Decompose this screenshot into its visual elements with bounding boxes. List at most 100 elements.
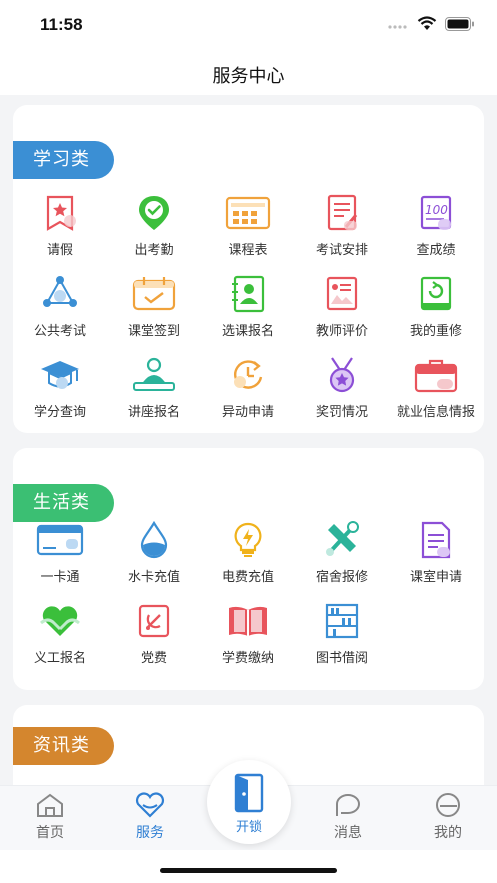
unlock-label: 开锁 bbox=[235, 820, 262, 835]
service-award[interactable]: 奖罚情况 bbox=[295, 355, 389, 428]
service-lecture[interactable]: 讲座报名 bbox=[107, 355, 201, 428]
life-section-tag: 生活类 bbox=[13, 484, 114, 522]
service-water[interactable]: 水卡充值 bbox=[107, 520, 201, 593]
teacher-review-icon bbox=[326, 276, 358, 311]
tab-messages[interactable]: 消息 bbox=[313, 792, 383, 842]
grades-icon: 100 bbox=[420, 195, 452, 230]
service-label: 出考勤 bbox=[134, 243, 174, 258]
service-label: 就业信息情报 bbox=[396, 405, 475, 420]
service-credits[interactable]: 学分查询 bbox=[13, 355, 107, 428]
service-label: 宿舍报修 bbox=[315, 570, 368, 585]
profile-icon bbox=[436, 793, 460, 817]
study-grid: 请假 出考勤 课程表 考试安排 100 查成绩 公共考试 课堂签到 选课报名 教… bbox=[13, 193, 484, 428]
service-volunteer[interactable]: 义工报名 bbox=[13, 601, 107, 674]
retake-icon bbox=[420, 276, 452, 311]
service-party-fee[interactable]: 党费 bbox=[107, 601, 201, 674]
service-status-change[interactable]: 异动申请 bbox=[201, 355, 295, 428]
leave-icon bbox=[46, 195, 76, 231]
service-label: 课室申请 bbox=[409, 570, 462, 585]
lecture-icon bbox=[133, 357, 175, 391]
message-icon bbox=[336, 794, 360, 816]
repair-icon bbox=[326, 521, 359, 556]
tab-label: 首页 bbox=[36, 825, 64, 841]
award-icon bbox=[329, 357, 355, 393]
tab-label: 我的 bbox=[434, 825, 462, 841]
service-label: 讲座报名 bbox=[127, 405, 180, 420]
service-heart-icon bbox=[135, 792, 165, 818]
service-label: 公共考试 bbox=[33, 324, 86, 339]
service-label: 一卡通 bbox=[40, 570, 80, 585]
battery-icon bbox=[445, 16, 474, 31]
status-time: 11:58 bbox=[40, 15, 83, 34]
service-label: 课堂签到 bbox=[127, 324, 180, 339]
attendance-icon bbox=[139, 196, 169, 230]
bottom-safe-area bbox=[0, 850, 497, 883]
exam-schedule-icon bbox=[327, 194, 358, 231]
water-icon bbox=[140, 520, 168, 559]
service-classroom-apply[interactable]: 课室申请 bbox=[389, 520, 483, 593]
door-unlock-icon bbox=[234, 773, 264, 813]
party-fee-icon bbox=[138, 604, 170, 638]
service-repair[interactable]: 宿舍报修 bbox=[295, 520, 389, 593]
class-checkin-icon bbox=[132, 277, 176, 311]
campus-card-icon bbox=[36, 524, 84, 556]
home-indicator bbox=[160, 868, 337, 873]
tab-service[interactable]: 服务 bbox=[115, 792, 185, 842]
news-section-tag: 资讯类 bbox=[13, 727, 114, 765]
service-label: 电费充值 bbox=[221, 570, 274, 585]
service-library[interactable]: 图书借阅 bbox=[295, 601, 389, 674]
service-label: 课程表 bbox=[228, 243, 268, 258]
service-label: 教师评价 bbox=[315, 324, 368, 339]
public-exam-icon bbox=[43, 276, 77, 307]
service-list[interactable]: 学习类 请假 出考勤 课程表 考试安排 100 查成绩 公共考试 课堂签到 选课… bbox=[0, 95, 497, 845]
svg-text:100: 100 bbox=[425, 203, 448, 217]
service-teacher-review[interactable]: 教师评价 bbox=[295, 274, 389, 347]
life-section-card: 生活类 一卡通 水卡充值 电费充值 宿舍报修 课室申请 义工报名 党费 学费缴纳… bbox=[13, 448, 484, 690]
signal-icon bbox=[388, 24, 407, 29]
service-label: 查成绩 bbox=[416, 243, 456, 258]
status-change-icon bbox=[234, 360, 263, 389]
wifi-icon bbox=[417, 16, 437, 30]
service-label: 选课报名 bbox=[221, 324, 274, 339]
service-public-exam[interactable]: 公共考试 bbox=[13, 274, 107, 347]
timetable-icon bbox=[225, 196, 271, 230]
service-attendance[interactable]: 出考勤 bbox=[107, 193, 201, 266]
service-employment[interactable]: 就业信息情报 bbox=[389, 355, 483, 428]
library-icon bbox=[325, 603, 359, 639]
service-label: 水卡充值 bbox=[127, 570, 180, 585]
service-class-checkin[interactable]: 课堂签到 bbox=[107, 274, 201, 347]
study-section-card: 学习类 请假 出考勤 课程表 考试安排 100 查成绩 公共考试 课堂签到 选课… bbox=[13, 105, 484, 433]
unlock-button[interactable]: 开锁 bbox=[207, 760, 291, 844]
service-label: 图书借阅 bbox=[315, 651, 368, 666]
study-section-tag: 学习类 bbox=[13, 141, 114, 179]
credits-icon bbox=[41, 361, 79, 389]
tab-home[interactable]: 首页 bbox=[15, 792, 85, 842]
status-bar: 11:58 bbox=[0, 0, 497, 50]
course-signup-icon bbox=[232, 275, 265, 313]
service-label: 学费缴纳 bbox=[221, 651, 274, 666]
tab-profile[interactable]: 我的 bbox=[413, 792, 483, 842]
service-label: 义工报名 bbox=[33, 651, 86, 666]
volunteer-icon bbox=[40, 606, 80, 636]
service-label: 学分查询 bbox=[33, 405, 86, 420]
service-label: 考试安排 bbox=[315, 243, 368, 258]
service-label: 异动申请 bbox=[221, 405, 274, 420]
page-title: 服务中心 bbox=[212, 66, 285, 87]
service-electricity[interactable]: 电费充值 bbox=[201, 520, 295, 593]
system-icons bbox=[387, 16, 475, 31]
service-timetable[interactable]: 课程表 bbox=[201, 193, 295, 266]
service-label: 请假 bbox=[46, 243, 73, 258]
tuition-icon bbox=[229, 606, 267, 636]
tab-label: 服务 bbox=[136, 825, 164, 841]
service-campus-card[interactable]: 一卡通 bbox=[13, 520, 107, 593]
service-tuition[interactable]: 学费缴纳 bbox=[201, 601, 295, 674]
service-grades[interactable]: 100 查成绩 bbox=[389, 193, 483, 266]
service-exam-schedule[interactable]: 考试安排 bbox=[295, 193, 389, 266]
service-label: 党费 bbox=[140, 651, 167, 666]
nav-header: 服务中心 bbox=[0, 50, 497, 95]
service-leave[interactable]: 请假 bbox=[13, 193, 107, 266]
service-label: 奖罚情况 bbox=[315, 405, 368, 420]
service-retake[interactable]: 我的重修 bbox=[389, 274, 483, 347]
home-icon bbox=[37, 793, 63, 817]
service-course-signup[interactable]: 选课报名 bbox=[201, 274, 295, 347]
